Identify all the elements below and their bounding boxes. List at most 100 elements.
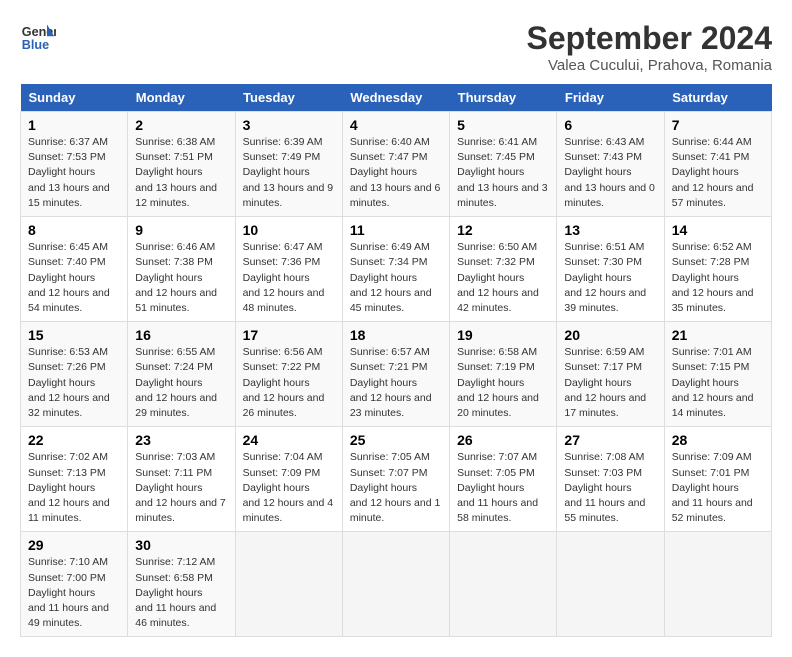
day-content: Sunrise: 6:59 AM Sunset: 7:17 PM Dayligh…	[564, 345, 656, 421]
weekday-header-cell: Thursday	[450, 84, 557, 112]
svg-text:Blue: Blue	[22, 38, 49, 52]
calendar-cell: 17 Sunrise: 6:56 AM Sunset: 7:22 PM Dayl…	[235, 322, 342, 427]
calendar-cell: 25 Sunrise: 7:05 AM Sunset: 7:07 PM Dayl…	[342, 427, 449, 532]
calendar-cell	[557, 532, 664, 637]
calendar-table: SundayMondayTuesdayWednesdayThursdayFrid…	[20, 84, 772, 637]
calendar-cell: 26 Sunrise: 7:07 AM Sunset: 7:05 PM Dayl…	[450, 427, 557, 532]
day-number: 5	[457, 117, 549, 133]
weekday-header-cell: Sunday	[21, 84, 128, 112]
day-number: 2	[135, 117, 227, 133]
calendar-cell: 6 Sunrise: 6:43 AM Sunset: 7:43 PM Dayli…	[557, 112, 664, 217]
calendar-cell: 18 Sunrise: 6:57 AM Sunset: 7:21 PM Dayl…	[342, 322, 449, 427]
day-content: Sunrise: 6:53 AM Sunset: 7:26 PM Dayligh…	[28, 345, 120, 421]
day-number: 23	[135, 432, 227, 448]
day-content: Sunrise: 6:37 AM Sunset: 7:53 PM Dayligh…	[28, 135, 120, 211]
calendar-body: 1 Sunrise: 6:37 AM Sunset: 7:53 PM Dayli…	[21, 112, 772, 637]
day-content: Sunrise: 6:46 AM Sunset: 7:38 PM Dayligh…	[135, 240, 227, 316]
calendar-week-row: 29 Sunrise: 7:10 AM Sunset: 7:00 PM Dayl…	[21, 532, 772, 637]
day-number: 15	[28, 327, 120, 343]
day-number: 14	[672, 222, 764, 238]
calendar-cell: 11 Sunrise: 6:49 AM Sunset: 7:34 PM Dayl…	[342, 217, 449, 322]
day-number: 9	[135, 222, 227, 238]
day-content: Sunrise: 7:09 AM Sunset: 7:01 PM Dayligh…	[672, 450, 764, 526]
day-number: 13	[564, 222, 656, 238]
weekday-header-cell: Tuesday	[235, 84, 342, 112]
calendar-cell: 7 Sunrise: 6:44 AM Sunset: 7:41 PM Dayli…	[664, 112, 771, 217]
weekday-header-cell: Monday	[128, 84, 235, 112]
calendar-cell: 29 Sunrise: 7:10 AM Sunset: 7:00 PM Dayl…	[21, 532, 128, 637]
day-content: Sunrise: 7:10 AM Sunset: 7:00 PM Dayligh…	[28, 555, 120, 631]
calendar-cell: 15 Sunrise: 6:53 AM Sunset: 7:26 PM Dayl…	[21, 322, 128, 427]
day-number: 25	[350, 432, 442, 448]
calendar-week-row: 1 Sunrise: 6:37 AM Sunset: 7:53 PM Dayli…	[21, 112, 772, 217]
calendar-cell: 4 Sunrise: 6:40 AM Sunset: 7:47 PM Dayli…	[342, 112, 449, 217]
day-number: 24	[243, 432, 335, 448]
calendar-cell: 20 Sunrise: 6:59 AM Sunset: 7:17 PM Dayl…	[557, 322, 664, 427]
calendar-week-row: 22 Sunrise: 7:02 AM Sunset: 7:13 PM Dayl…	[21, 427, 772, 532]
calendar-cell: 30 Sunrise: 7:12 AM Sunset: 6:58 PM Dayl…	[128, 532, 235, 637]
calendar-cell	[664, 532, 771, 637]
day-content: Sunrise: 7:08 AM Sunset: 7:03 PM Dayligh…	[564, 450, 656, 526]
day-content: Sunrise: 6:43 AM Sunset: 7:43 PM Dayligh…	[564, 135, 656, 211]
title-area: September 2024 Valea Cucului, Prahova, R…	[527, 20, 772, 74]
calendar-cell	[450, 532, 557, 637]
calendar-cell: 3 Sunrise: 6:39 AM Sunset: 7:49 PM Dayli…	[235, 112, 342, 217]
day-content: Sunrise: 7:02 AM Sunset: 7:13 PM Dayligh…	[28, 450, 120, 526]
day-number: 29	[28, 537, 120, 553]
day-content: Sunrise: 7:12 AM Sunset: 6:58 PM Dayligh…	[135, 555, 227, 631]
calendar-cell: 21 Sunrise: 7:01 AM Sunset: 7:15 PM Dayl…	[664, 322, 771, 427]
month-title: September 2024	[527, 20, 772, 57]
day-content: Sunrise: 6:49 AM Sunset: 7:34 PM Dayligh…	[350, 240, 442, 316]
day-content: Sunrise: 6:44 AM Sunset: 7:41 PM Dayligh…	[672, 135, 764, 211]
day-content: Sunrise: 6:38 AM Sunset: 7:51 PM Dayligh…	[135, 135, 227, 211]
day-content: Sunrise: 7:03 AM Sunset: 7:11 PM Dayligh…	[135, 450, 227, 526]
day-number: 3	[243, 117, 335, 133]
day-content: Sunrise: 6:47 AM Sunset: 7:36 PM Dayligh…	[243, 240, 335, 316]
day-content: Sunrise: 7:01 AM Sunset: 7:15 PM Dayligh…	[672, 345, 764, 421]
day-content: Sunrise: 7:07 AM Sunset: 7:05 PM Dayligh…	[457, 450, 549, 526]
day-content: Sunrise: 7:05 AM Sunset: 7:07 PM Dayligh…	[350, 450, 442, 526]
day-number: 27	[564, 432, 656, 448]
day-number: 26	[457, 432, 549, 448]
calendar-cell	[342, 532, 449, 637]
day-number: 10	[243, 222, 335, 238]
day-number: 28	[672, 432, 764, 448]
calendar-cell: 5 Sunrise: 6:41 AM Sunset: 7:45 PM Dayli…	[450, 112, 557, 217]
day-content: Sunrise: 6:50 AM Sunset: 7:32 PM Dayligh…	[457, 240, 549, 316]
calendar-cell: 9 Sunrise: 6:46 AM Sunset: 7:38 PM Dayli…	[128, 217, 235, 322]
calendar-cell: 23 Sunrise: 7:03 AM Sunset: 7:11 PM Dayl…	[128, 427, 235, 532]
calendar-cell: 8 Sunrise: 6:45 AM Sunset: 7:40 PM Dayli…	[21, 217, 128, 322]
logo: General Blue	[20, 20, 56, 56]
weekday-header-cell: Saturday	[664, 84, 771, 112]
day-content: Sunrise: 6:55 AM Sunset: 7:24 PM Dayligh…	[135, 345, 227, 421]
calendar-cell: 27 Sunrise: 7:08 AM Sunset: 7:03 PM Dayl…	[557, 427, 664, 532]
calendar-cell: 13 Sunrise: 6:51 AM Sunset: 7:30 PM Dayl…	[557, 217, 664, 322]
calendar-cell	[235, 532, 342, 637]
header: General Blue September 2024 Valea Cuculu…	[20, 20, 772, 74]
weekday-header-cell: Wednesday	[342, 84, 449, 112]
calendar-cell: 22 Sunrise: 7:02 AM Sunset: 7:13 PM Dayl…	[21, 427, 128, 532]
day-content: Sunrise: 6:39 AM Sunset: 7:49 PM Dayligh…	[243, 135, 335, 211]
day-number: 4	[350, 117, 442, 133]
day-content: Sunrise: 6:57 AM Sunset: 7:21 PM Dayligh…	[350, 345, 442, 421]
day-number: 21	[672, 327, 764, 343]
day-number: 16	[135, 327, 227, 343]
weekday-header-cell: Friday	[557, 84, 664, 112]
day-content: Sunrise: 6:51 AM Sunset: 7:30 PM Dayligh…	[564, 240, 656, 316]
day-number: 12	[457, 222, 549, 238]
calendar-cell: 19 Sunrise: 6:58 AM Sunset: 7:19 PM Dayl…	[450, 322, 557, 427]
calendar-week-row: 15 Sunrise: 6:53 AM Sunset: 7:26 PM Dayl…	[21, 322, 772, 427]
day-content: Sunrise: 6:45 AM Sunset: 7:40 PM Dayligh…	[28, 240, 120, 316]
location-subtitle: Valea Cucului, Prahova, Romania	[527, 57, 772, 74]
day-content: Sunrise: 6:56 AM Sunset: 7:22 PM Dayligh…	[243, 345, 335, 421]
day-number: 17	[243, 327, 335, 343]
day-content: Sunrise: 6:40 AM Sunset: 7:47 PM Dayligh…	[350, 135, 442, 211]
day-content: Sunrise: 7:04 AM Sunset: 7:09 PM Dayligh…	[243, 450, 335, 526]
calendar-cell: 1 Sunrise: 6:37 AM Sunset: 7:53 PM Dayli…	[21, 112, 128, 217]
calendar-cell: 14 Sunrise: 6:52 AM Sunset: 7:28 PM Dayl…	[664, 217, 771, 322]
day-content: Sunrise: 6:41 AM Sunset: 7:45 PM Dayligh…	[457, 135, 549, 211]
logo-icon: General Blue	[20, 20, 56, 56]
day-number: 20	[564, 327, 656, 343]
day-content: Sunrise: 6:52 AM Sunset: 7:28 PM Dayligh…	[672, 240, 764, 316]
day-content: Sunrise: 6:58 AM Sunset: 7:19 PM Dayligh…	[457, 345, 549, 421]
